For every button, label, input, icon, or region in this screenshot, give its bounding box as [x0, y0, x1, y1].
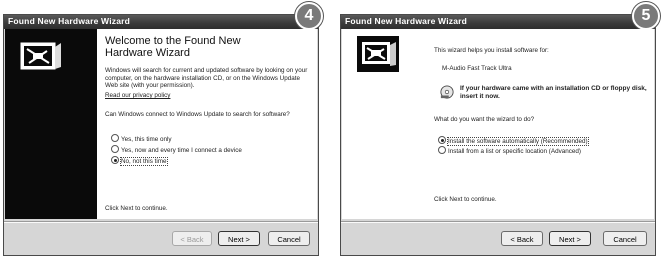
radio-install-auto[interactable]: Install the software automatically (Reco… [438, 136, 589, 146]
cancel-button[interactable]: Cancel [603, 231, 647, 246]
radio-yes-always[interactable]: Yes, now and every time I connect a devi… [111, 145, 242, 155]
next-button[interactable]: Next > [549, 231, 591, 246]
intro-text: Windows will search for current and upda… [105, 67, 308, 89]
intro-text: This wizard helps you install software f… [434, 47, 549, 54]
back-button[interactable]: < Back [501, 231, 543, 246]
cancel-button[interactable]: Cancel [268, 231, 310, 246]
radio-install-list[interactable]: Install from a list or specific location… [438, 146, 581, 156]
device-name: M-Audio Fast Track Ultra [442, 65, 512, 72]
radio-label: Yes, this time only [121, 136, 172, 143]
action-question: What do you want the wizard to do? [434, 116, 535, 123]
radio-button-selected[interactable] [111, 156, 119, 164]
radio-label: Install from a list or specific location… [448, 148, 581, 155]
hardware-icon [20, 42, 61, 70]
footer-instruction: Click Next to continue. [105, 205, 168, 212]
radio-yes-once[interactable]: Yes, this time only [111, 134, 172, 144]
connect-question: Can Windows connect to Windows Update to… [105, 111, 290, 118]
window-title: Found New Hardware Wizard [345, 16, 468, 26]
cd-icon [440, 85, 454, 99]
step-badge: 4 [295, 2, 323, 30]
radio-button[interactable] [111, 145, 119, 153]
wizard-sidebar [5, 29, 97, 219]
radio-button[interactable] [111, 134, 119, 142]
radio-label: Install the software automatically (Reco… [447, 137, 589, 146]
wizard-page: This wizard helps you install software f… [342, 47, 654, 219]
window-title: Found New Hardware Wizard [8, 16, 131, 26]
next-button[interactable]: Next > [218, 231, 260, 246]
wizard-page: Welcome to the Found New Hardware Wizard… [97, 29, 317, 219]
back-button[interactable]: < Back [172, 231, 212, 246]
radio-label: Yes, now and every time I connect a devi… [121, 147, 242, 154]
footer-instruction: Click Next to continue. [434, 196, 497, 203]
page-heading: Welcome to the Found New Hardware Wizard [105, 35, 241, 59]
button-separator [4, 221, 318, 223]
radio-button[interactable] [438, 146, 446, 154]
cd-notice: If your hardware came with an installati… [460, 85, 647, 100]
button-separator [341, 221, 655, 223]
step-badge: 5 [632, 2, 660, 30]
hardware-icon [357, 36, 399, 72]
wizard-window-step-4: Found New Hardware Wizard 4 Welcome to t… [3, 2, 323, 256]
title-bar[interactable]: Found New Hardware Wizard [341, 15, 655, 29]
privacy-policy-link[interactable]: Read our privacy policy [105, 92, 170, 100]
wizard-window-step-5: Found New Hardware Wizard 5 This wizard … [340, 2, 660, 256]
radio-no[interactable]: No, not this time [111, 156, 168, 166]
title-bar[interactable]: Found New Hardware Wizard [4, 15, 318, 29]
radio-button-selected[interactable] [438, 136, 446, 144]
radio-label: No, not this time [120, 157, 168, 166]
